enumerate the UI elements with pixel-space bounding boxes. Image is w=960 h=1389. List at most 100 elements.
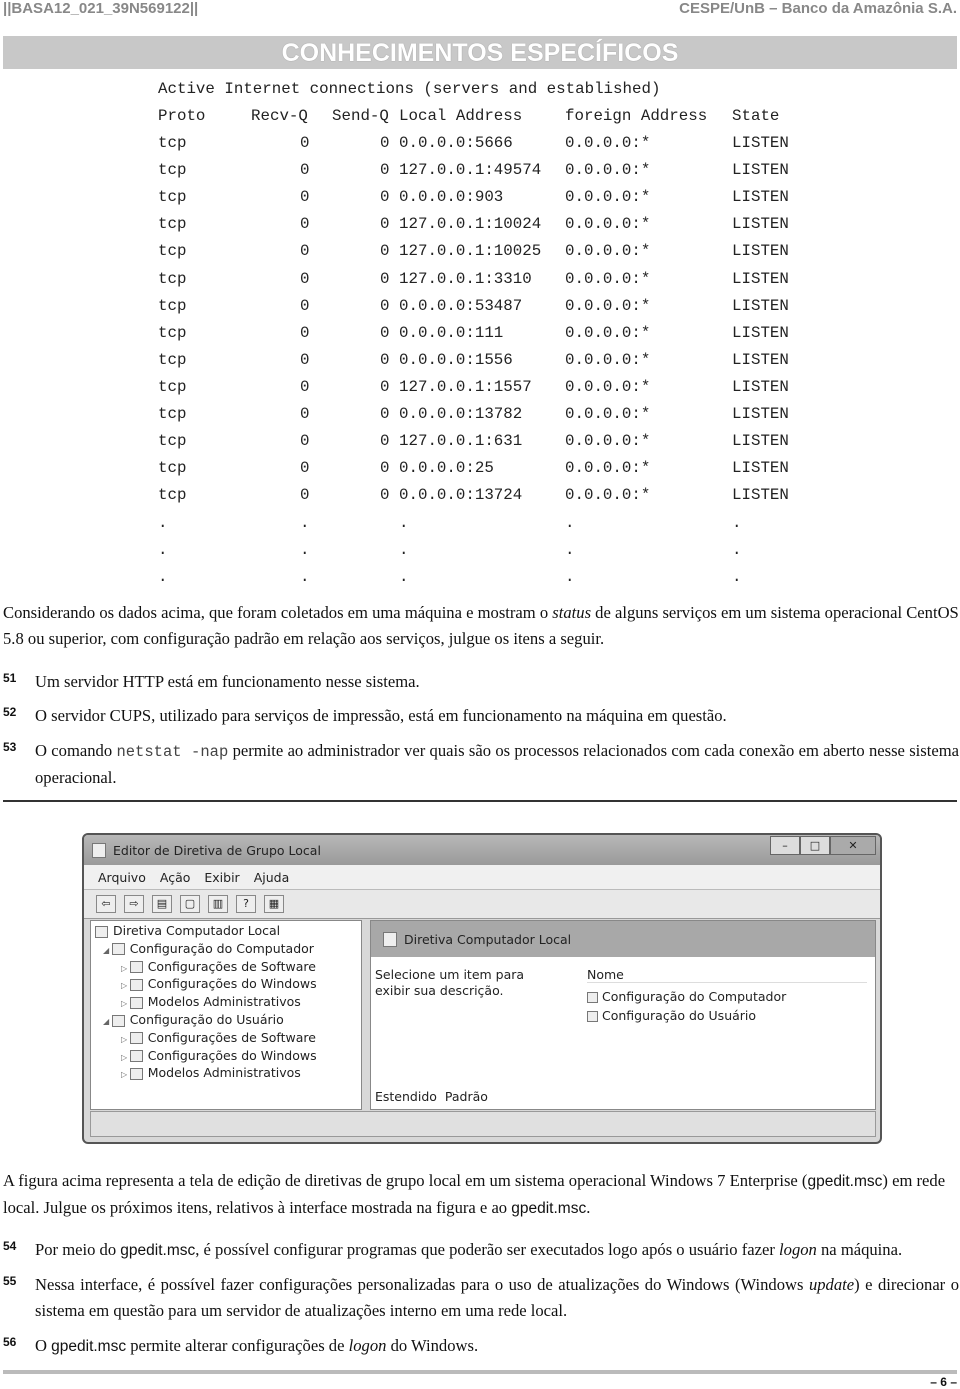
table-cell: 127.0.0.1:3310 xyxy=(399,269,532,288)
column-header: Recv-Q xyxy=(251,107,308,125)
table-cell: 0 xyxy=(380,269,390,288)
menu-item: Arquivo xyxy=(98,869,146,885)
table-cell: tcp xyxy=(158,215,187,234)
tree-item: ▷ Configurações de Software xyxy=(121,1029,316,1045)
export-icon: ▥ xyxy=(208,895,228,913)
table-cell: tcp xyxy=(158,188,187,207)
page-number: – 6 – xyxy=(930,1375,957,1389)
menu-item: Exibir xyxy=(204,869,240,885)
minimize-icon: – xyxy=(770,836,800,855)
table-cell: 0.0.0.0:* xyxy=(565,296,651,315)
tab-estendido: Estendido xyxy=(375,1089,437,1104)
menu-item: Ação xyxy=(159,869,191,885)
footer-rule xyxy=(3,1370,957,1374)
table-cell: LISTEN xyxy=(732,350,789,369)
table-cell: 0.0.0.0:* xyxy=(565,432,651,451)
section-title: CONHECIMENTOS ESPECÍFICOS xyxy=(3,36,957,69)
table-cell: tcp xyxy=(158,432,187,451)
column-header: foreign Address xyxy=(565,107,708,125)
tab-padrao: Padrão xyxy=(444,1089,488,1104)
table-cell: 0 xyxy=(300,161,310,180)
table-cell: 0 xyxy=(300,242,310,261)
tree-pane: Diretiva Computador Local ◢ Configuração … xyxy=(90,920,362,1110)
exam-page: ||BASA12_021_39N569122|| CESPE/UnB – Ban… xyxy=(0,0,960,1389)
table-cell: 0 xyxy=(300,269,310,288)
ellipsis-dot: . xyxy=(399,568,409,586)
header-code: ||BASA12_021_39N569122|| xyxy=(3,0,199,17)
table-cell: 0.0.0.0:1556 xyxy=(399,350,513,369)
ellipsis-dot: . xyxy=(565,514,575,532)
table-cell: 0 xyxy=(380,215,390,234)
show-hide-tree-icon: ▤ xyxy=(152,895,172,913)
table-cell: 0 xyxy=(380,161,390,180)
properties-icon: ▢ xyxy=(180,895,200,913)
table-cell: 0.0.0.0:* xyxy=(565,459,651,478)
table-cell: LISTEN xyxy=(732,432,789,451)
table-cell: tcp xyxy=(158,377,187,396)
policy-icon xyxy=(92,842,106,858)
tree-item: ▷ Modelos Administrativos xyxy=(121,1065,301,1081)
table-cell: 0 xyxy=(300,350,310,369)
column-header-name: Nome xyxy=(587,967,867,983)
table-cell: 0.0.0.0:13782 xyxy=(399,405,523,423)
table-cell: tcp xyxy=(158,323,187,342)
table-cell: 0.0.0.0:* xyxy=(565,269,651,288)
table-cell: 0 xyxy=(300,405,310,423)
tree-item: ▷ Configurações do Windows xyxy=(121,1047,317,1063)
table-cell: 0.0.0.0:* xyxy=(565,134,651,152)
table-cell: 0 xyxy=(380,134,390,152)
table-cell: 0 xyxy=(300,188,310,207)
table-cell: tcp xyxy=(158,161,187,180)
table-cell: tcp xyxy=(158,350,187,369)
table-cell: LISTEN xyxy=(732,377,789,396)
intro-paragraph-1: Considerando os dados acima, que foram c… xyxy=(3,603,959,648)
table-cell: 0 xyxy=(380,350,390,369)
question-54: 54 Por meio do gpedit.msc, é possível con… xyxy=(3,1239,903,1259)
table-cell: 0.0.0.0:25 xyxy=(399,459,494,478)
table-cell: 0.0.0.0:13724 xyxy=(399,486,523,505)
details-pane: Diretiva Computador Local Selecione um i… xyxy=(370,920,876,1110)
table-cell: 0 xyxy=(380,323,390,342)
maximize-icon: □ xyxy=(800,836,830,855)
ellipsis-dot: . xyxy=(732,541,742,559)
table-cell: 127.0.0.1:631 xyxy=(399,432,523,451)
header-institution: CESPE/UnB – Banco da Amazônia S.A. xyxy=(679,0,957,17)
table-cell: LISTEN xyxy=(732,459,789,478)
table-cell: 0.0.0.0:* xyxy=(565,323,651,342)
question-52: 52 O servidor CUPS, utilizado para serviç… xyxy=(3,705,727,725)
table-cell: LISTEN xyxy=(732,215,789,234)
table-cell: 0 xyxy=(300,215,310,234)
table-cell: tcp xyxy=(158,459,187,478)
column-header: State xyxy=(732,107,780,125)
question-51: 51 Um servidor HTTP está em funcionamento… xyxy=(3,671,420,691)
table-cell: LISTEN xyxy=(732,188,789,207)
table-cell: 0 xyxy=(300,134,310,152)
table-cell: 0.0.0.0:* xyxy=(565,486,651,505)
action-pane-icon: ▦ xyxy=(264,895,284,913)
table-cell: 0 xyxy=(300,323,310,342)
table-cell: 0 xyxy=(380,188,390,207)
table-cell: LISTEN xyxy=(732,405,789,423)
table-cell: 0.0.0.0:* xyxy=(565,161,651,180)
netstat-title: Active Internet connections (servers and… xyxy=(158,80,661,98)
table-cell: LISTEN xyxy=(732,242,789,261)
table-cell: 0.0.0.0:53487 xyxy=(399,296,523,315)
table-cell: tcp xyxy=(158,242,187,261)
table-cell: 0 xyxy=(380,296,390,315)
toolbar: ⇦ ⇨ ▤ ▢ ▥? ▦ xyxy=(84,890,880,919)
table-cell: 0 xyxy=(300,296,310,315)
table-cell: tcp xyxy=(158,486,187,505)
forward-icon: ⇨ xyxy=(124,895,144,913)
table-cell: tcp xyxy=(158,296,187,315)
list-item: Configuração do Usuário xyxy=(587,1008,756,1023)
tree-item: ◢ Configuração do Computador xyxy=(103,940,314,956)
column-header: Local Address xyxy=(399,107,523,125)
table-cell: 127.0.0.1:10024 xyxy=(399,215,542,234)
ellipsis-dot: . xyxy=(158,514,168,532)
table-cell: 127.0.0.1:49574 xyxy=(399,161,542,180)
question-55: 55 Nessa interface, é possível fazer conf… xyxy=(3,1274,959,1320)
table-cell: 0.0.0.0:* xyxy=(565,215,651,234)
menu-bar: Arquivo Ação Exibir Ajuda xyxy=(84,865,880,890)
table-cell: 0 xyxy=(380,405,390,423)
table-cell: 0 xyxy=(380,432,390,451)
